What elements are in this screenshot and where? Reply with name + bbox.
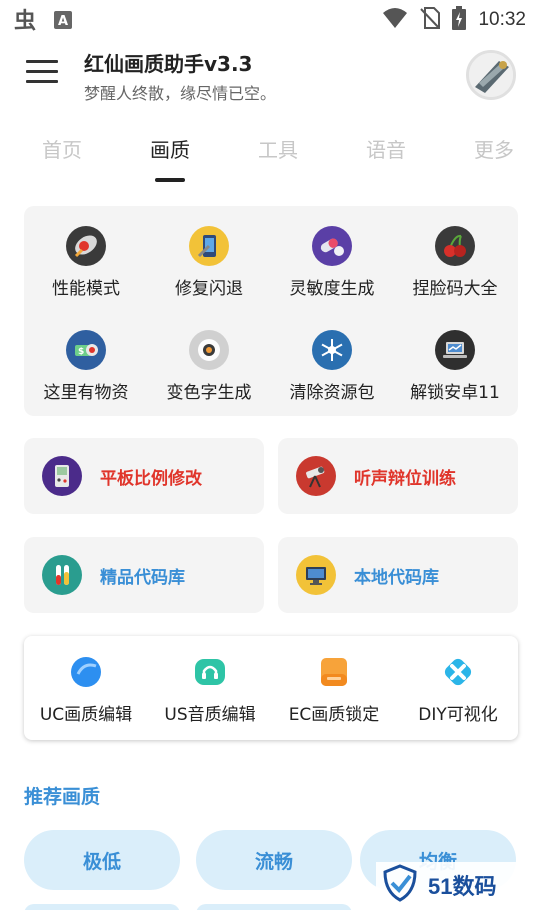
telescope-icon (296, 456, 336, 496)
document-icon (318, 656, 350, 688)
gameboy-icon (42, 456, 82, 496)
grid-item-face-codes[interactable]: 捏脸码大全 (395, 210, 515, 300)
grid-item-color-text[interactable]: 变色字生成 (149, 314, 269, 404)
us-editor-label: US音质编辑 (164, 705, 256, 725)
tab-tools[interactable]: 工具 (238, 134, 318, 163)
sushi-icon (189, 330, 229, 370)
editor-tools-card: UC画质编辑 US音质编辑 EC画质锁定 DIY可视化 (24, 636, 518, 740)
svg-text:虫: 虫 (14, 8, 36, 32)
grid-item-label: 变色字生成 (166, 383, 252, 403)
grid-item-label: 捏脸码大全 (412, 279, 498, 299)
rocket-icon (66, 226, 106, 266)
shield-logo-icon (380, 863, 420, 907)
grid-item-label: 解锁安卓11 (410, 383, 500, 403)
menu-icon[interactable] (26, 60, 58, 88)
tab-indicator (155, 178, 185, 182)
grid-item-performance[interactable]: 性能模式 (26, 210, 146, 300)
diy-visual-item[interactable]: DIY可视化 (396, 636, 520, 740)
preset-very-low[interactable]: 极低 (24, 830, 180, 890)
status-bar: 虫 A 10:32 (0, 0, 540, 38)
monitor-icon (296, 555, 336, 595)
grid-item-fix-crash[interactable]: 修复闪退 (149, 210, 269, 300)
app-title: 红仙画质助手v3.3 (84, 52, 253, 76)
avatar[interactable] (466, 50, 516, 100)
money-icon: $ (66, 330, 106, 370)
recommended-title: 推荐画质 (24, 786, 101, 808)
preset-smooth[interactable]: 流畅 (196, 830, 352, 890)
no-sim-icon (420, 7, 441, 33)
ec-lock-label: EC画质锁定 (288, 705, 380, 725)
diamond-x-icon (442, 656, 474, 688)
local-code-card[interactable]: 本地代码库 (278, 537, 518, 613)
a-icon: A (54, 11, 72, 33)
grid-item-label: 修复闪退 (175, 279, 243, 299)
status-time: 10:32 (478, 9, 526, 30)
grid-item-unlock-android[interactable]: 解锁安卓11 (395, 314, 515, 404)
premium-code-card[interactable]: 精品代码库 (24, 537, 264, 613)
local-code-label: 本地代码库 (354, 568, 439, 588)
tablet-ratio-card[interactable]: 平板比例修改 (24, 438, 264, 514)
tab-more[interactable]: 更多 (454, 134, 534, 163)
premium-code-label: 精品代码库 (100, 568, 185, 588)
grid-item-label: 性能模式 (52, 279, 120, 299)
battery-icon (452, 6, 467, 34)
us-editor-item[interactable]: US音质编辑 (148, 636, 272, 740)
laptop-icon (435, 330, 475, 370)
tab-voice[interactable]: 语音 (346, 134, 426, 163)
test-tubes-icon (42, 555, 82, 595)
preset-row2-pill[interactable] (24, 904, 180, 910)
tablet-ratio-label: 平板比例修改 (100, 469, 202, 489)
pills-icon (312, 226, 352, 266)
phone-repair-icon (189, 226, 229, 266)
preset-row2-pill[interactable] (196, 904, 352, 910)
tab-home[interactable]: 首页 (22, 134, 102, 163)
grid-item-label: 清除资源包 (289, 383, 375, 403)
snowflake-icon (312, 330, 352, 370)
tab-graphics[interactable]: 画质 (130, 134, 210, 163)
wifi-icon (382, 7, 408, 33)
svg-text:$: $ (78, 347, 84, 357)
feature-grid: 性能模式 修复闪退 灵敏度生成 捏脸码大全 $ 这里有物资 变色字生成 清除资源… (24, 206, 518, 416)
sound-training-label: 听声辩位训练 (354, 469, 456, 489)
grid-item-clear-resources[interactable]: 清除资源包 (272, 314, 392, 404)
uc-editor-label: UC画质编辑 (39, 705, 133, 725)
cherries-icon (435, 226, 475, 266)
bubble-icon (70, 656, 102, 688)
grid-item-label: 这里有物资 (43, 383, 129, 403)
grid-item-supplies[interactable]: $ 这里有物资 (26, 314, 146, 404)
app-subtitle: 梦醒人终散，缘尽情已空。 (84, 84, 277, 103)
tab-bar: 首页 画质 工具 语音 更多 (0, 126, 540, 186)
sound-training-card[interactable]: 听声辩位训练 (278, 438, 518, 514)
app-header: 红仙画质助手v3.3 梦醒人终散，缘尽情已空。 (0, 42, 540, 112)
watermark: 51数码 (376, 862, 526, 908)
uc-editor-item[interactable]: UC画质编辑 (24, 636, 148, 740)
svg-text:A: A (58, 14, 68, 29)
grid-item-sensitivity[interactable]: 灵敏度生成 (272, 210, 392, 300)
watermark-text: 51数码 (428, 874, 497, 899)
bug-icon: 虫 (14, 8, 40, 36)
headphones-icon (194, 656, 226, 688)
grid-item-label: 灵敏度生成 (289, 279, 375, 299)
ec-lock-item[interactable]: EC画质锁定 (272, 636, 396, 740)
diy-visual-label: DIY可视化 (418, 705, 498, 725)
